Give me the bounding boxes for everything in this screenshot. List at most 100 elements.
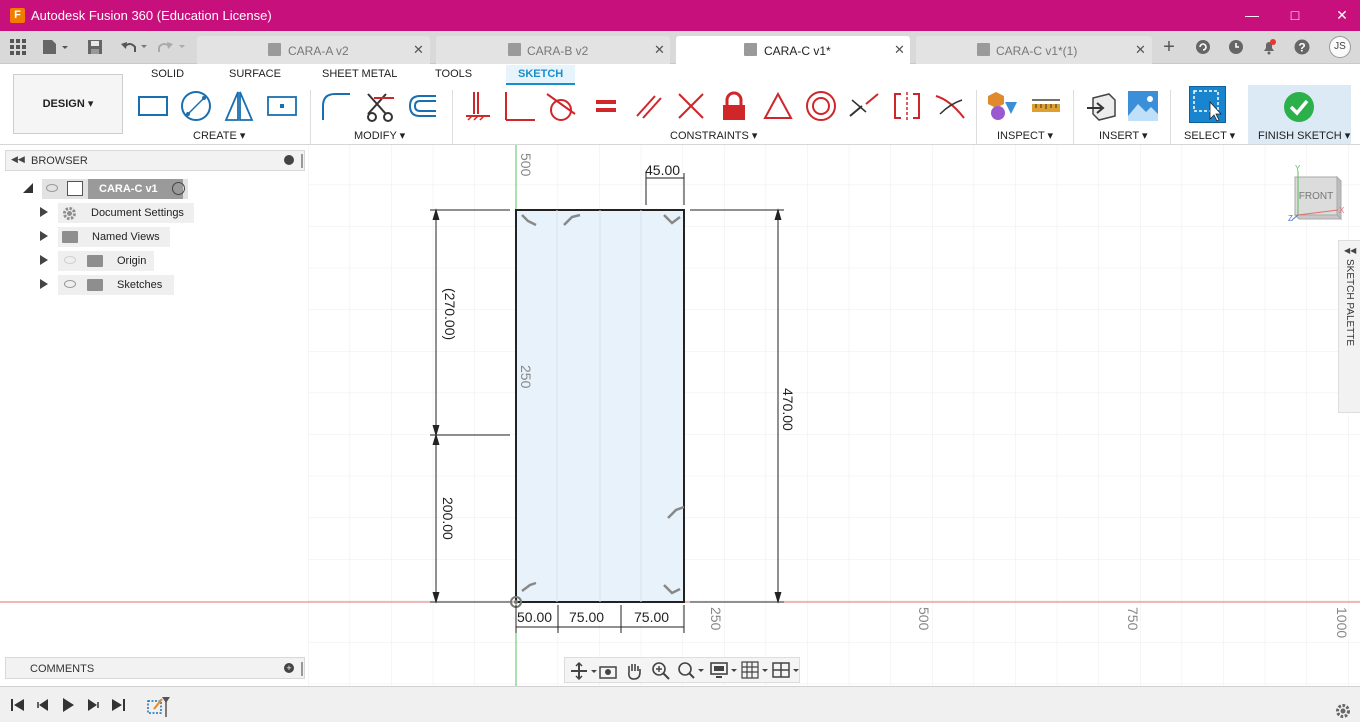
fillet-tool-icon[interactable] [320,90,352,122]
notification-bell-icon[interactable] [1261,39,1277,55]
browser-pin-icon[interactable] [301,154,303,168]
user-avatar[interactable]: JS [1329,36,1351,58]
workspace-switcher[interactable]: DESIGN ▾ [13,74,123,134]
go-to-start-icon[interactable] [11,698,25,712]
visibility-eye-icon[interactable] [46,184,58,192]
visibility-eye-icon[interactable] [64,280,76,288]
close-tab-icon[interactable]: ✕ [413,42,424,58]
close-tab-icon[interactable]: ✕ [1135,42,1146,58]
dim-bottom-b-text[interactable]: 75.00 [569,609,604,625]
comments-pin-icon[interactable] [301,662,303,676]
browser-root-item[interactable]: CARA-C v1 [22,179,192,199]
offset-tool-icon[interactable] [406,90,438,122]
parallel-constraint-icon[interactable] [633,90,665,122]
hidden-eye-icon[interactable] [64,256,76,264]
go-to-end-icon[interactable] [111,698,125,712]
browser-minus-icon[interactable] [284,155,294,165]
add-comment-icon[interactable]: + [284,663,294,673]
save-icon[interactable] [87,39,103,55]
activate-radio-icon[interactable] [172,182,185,195]
step-forward-icon[interactable] [86,698,100,712]
expand-triangle-icon[interactable] [40,255,48,265]
perpendicular-constraint-icon[interactable] [503,90,535,122]
insert-derive-icon[interactable] [1085,90,1117,122]
new-tab-plus-icon[interactable]: + [1161,37,1177,57]
tab-cara-b[interactable]: CARA-B v2 ✕ [436,36,670,64]
browser-item-sketches[interactable]: Sketches [40,275,200,295]
dim-bottom-a-text[interactable]: 50.00 [517,609,552,625]
curvature-constraint-icon[interactable] [934,90,966,122]
file-menu-icon[interactable] [42,39,70,55]
timeline-sketch-feature-icon[interactable] [146,695,172,717]
fix-lock-icon[interactable] [718,90,750,122]
tab-cara-c-copy[interactable]: CARA-C v1*(1) ✕ [916,36,1152,64]
close-tab-icon[interactable]: ✕ [894,42,905,58]
symmetry-constraint-icon[interactable] [891,90,923,122]
look-at-icon[interactable] [599,662,617,680]
constraints-group-label[interactable]: CONSTRAINTS ▾ [670,129,757,142]
dim-left-lower-text[interactable]: 200.00 [440,497,456,540]
fit-zoom-icon[interactable] [677,661,705,681]
apps-grid-icon[interactable] [10,39,26,55]
dim-top-width-text[interactable]: 45.00 [645,162,680,178]
collapse-triangle-icon[interactable] [22,182,34,194]
expand-triangle-icon[interactable] [40,231,48,241]
dim-left-upper-text[interactable]: (270.00) [442,288,458,340]
tab-solid[interactable]: SOLID [151,68,184,88]
browser-panel-header[interactable]: ◀◀ BROWSER [5,150,305,171]
display-settings-icon[interactable] [710,661,738,681]
modify-group-label[interactable]: MODIFY ▾ [354,129,405,142]
tab-surface[interactable]: SURFACE [229,68,281,88]
measure-ruler-icon[interactable] [1030,90,1062,122]
tab-sketch[interactable]: SKETCH [506,65,576,85]
comments-panel-header[interactable]: COMMENTS + [5,657,305,679]
close-tab-icon[interactable]: ✕ [654,42,665,58]
dim-right-height-text[interactable]: 470.00 [780,388,796,431]
clock-icon[interactable] [1228,39,1244,55]
collinear-constraint-icon[interactable] [848,90,880,122]
grid-settings-icon[interactable] [741,661,769,681]
zoom-icon[interactable] [651,661,671,681]
pan-hand-icon[interactable] [625,661,643,681]
equal-constraint-icon[interactable] [590,90,622,122]
browser-item-origin[interactable]: Origin [40,251,200,271]
tab-cara-c-active[interactable]: CARA-C v1* ✕ [676,36,910,65]
close-window-icon[interactable]: ✕ [1334,7,1350,23]
insert-group-label[interactable]: INSERT ▾ [1099,129,1148,142]
orbit-move-icon[interactable] [571,662,597,680]
tab-cara-a[interactable]: CARA-A v2 ✕ [197,36,430,64]
expand-palette-icon[interactable]: ◀◀ [1344,246,1356,255]
viewports-icon[interactable] [772,661,800,681]
dim-bottom-c-text[interactable]: 75.00 [634,609,669,625]
maximize-icon[interactable]: □ [1287,7,1303,23]
sketch-canvas[interactable]: 45.00 470.00 (270.00) 200.00 50.00 75.00… [0,145,1360,686]
redo-icon[interactable] [158,39,188,55]
triangle-constraint-icon[interactable] [762,90,794,122]
mirror-tool-icon[interactable] [223,90,255,122]
midpoint-constraint-icon[interactable] [675,90,707,122]
concentric-constraint-icon[interactable] [805,90,837,122]
inspect-group-label[interactable]: INSPECT ▾ [997,129,1053,142]
timeline-settings-gear-icon[interactable] [1335,703,1351,719]
job-status-icon[interactable] [1195,39,1211,55]
expand-triangle-icon[interactable] [40,207,48,217]
tab-tools[interactable]: TOOLS [435,68,472,88]
sketch-palette-tab[interactable]: ◀◀ SKETCH PALETTE [1338,240,1360,413]
finish-sketch-button[interactable]: FINISH SKETCH ▾ [1248,85,1351,144]
expand-triangle-icon[interactable] [40,279,48,289]
browser-item-named-views[interactable]: Named Views [40,227,200,247]
coincident-constraint-icon[interactable] [462,90,494,122]
select-tool-icon[interactable] [1189,86,1226,123]
select-group-label[interactable]: SELECT ▾ [1184,129,1235,142]
play-icon[interactable] [61,698,75,712]
help-icon[interactable]: ? [1294,39,1310,55]
trim-scissors-icon[interactable] [364,90,396,122]
rectangle-tool-icon[interactable] [137,90,169,122]
tab-sheet-metal[interactable]: SHEET METAL [322,68,397,88]
browser-item-document-settings[interactable]: Document Settings [40,203,200,223]
minimize-icon[interactable]: — [1244,7,1260,23]
insert-canvas-image-icon[interactable] [1127,90,1159,122]
collapse-browser-icon[interactable]: ◀◀ [11,154,25,165]
step-back-icon[interactable] [36,698,50,712]
inspect-shapes-icon[interactable] [987,90,1019,122]
